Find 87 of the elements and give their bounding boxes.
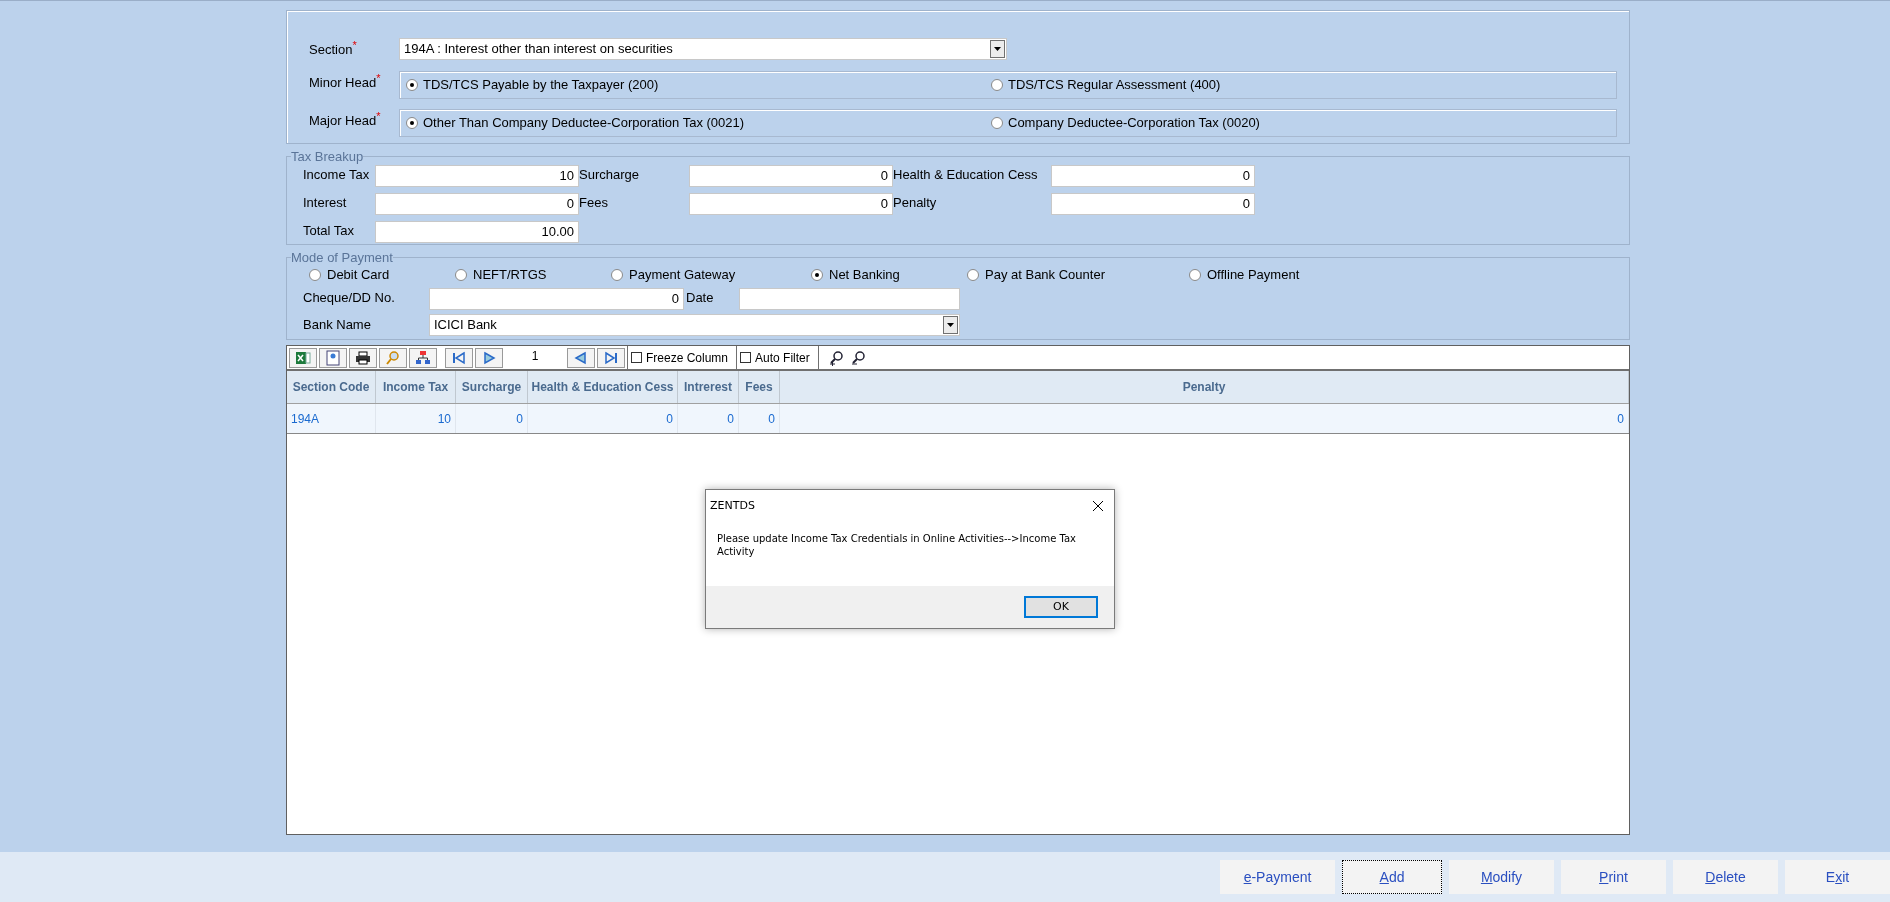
- action-button[interactable]: Add: [1342, 860, 1442, 894]
- radio-label: Net Banking: [829, 265, 900, 284]
- radio-button[interactable]: [991, 117, 1003, 129]
- field-label: Bank Name: [303, 315, 372, 334]
- excel-icon[interactable]: [289, 347, 317, 368]
- date-field[interactable]: [739, 287, 960, 310]
- radio-button[interactable]: [406, 79, 418, 91]
- section-dropdown[interactable]: 194A : Interest other than interest on securities: [399, 38, 1007, 60]
- previous-page-icon[interactable]: [567, 347, 595, 368]
- field-label: Total Tax: [303, 221, 356, 240]
- next-page-icon[interactable]: [475, 347, 503, 368]
- radio-label: Payment Gateway: [629, 265, 736, 284]
- close-icon[interactable]: [1092, 500, 1104, 512]
- table-cell: 194A: [287, 404, 376, 433]
- table-cell: 0: [739, 404, 780, 433]
- cheque-number-field[interactable]: 0: [429, 287, 684, 310]
- radio-button[interactable]: [406, 117, 418, 129]
- radio-button[interactable]: [611, 268, 623, 281]
- radio-label: Pay at Bank Counter: [985, 265, 1105, 284]
- amount-field[interactable]: 0: [689, 164, 893, 187]
- column-header[interactable]: Health & Education Cess: [528, 371, 678, 403]
- first-page-icon[interactable]: [445, 347, 473, 368]
- field-label: Health & Education Cess: [893, 165, 1039, 184]
- field-label: Fees: [579, 193, 609, 212]
- dropdown-caret-icon[interactable]: [943, 315, 958, 334]
- dialog-message: Please update Income Tax Credentials in Online Activities-->Income Tax Activity: [717, 532, 1077, 558]
- group-title: Mode of Payment: [291, 249, 393, 267]
- field-label: Minor Head*: [309, 75, 381, 90]
- radio-button[interactable]: [455, 268, 467, 281]
- table-cell: 0: [528, 404, 678, 433]
- radio-label: Debit Card: [327, 265, 390, 284]
- radio-button[interactable]: [1189, 268, 1201, 281]
- action-button[interactable]: Exit: [1785, 860, 1890, 894]
- amount-field[interactable]: 0: [375, 192, 579, 215]
- column-header[interactable]: Fees: [739, 371, 780, 403]
- column-header[interactable]: Section Code: [287, 371, 376, 403]
- radio-label: Offline Payment: [1207, 265, 1300, 284]
- table-cell: 10: [376, 404, 456, 433]
- checkbox-label: Auto Filter: [755, 349, 810, 367]
- bank-name-dropdown[interactable]: ICICI Bank: [429, 313, 960, 336]
- field-label: Cheque/DD No.: [303, 288, 396, 307]
- table-cell: 0: [780, 404, 1629, 433]
- radio-button[interactable]: [309, 268, 321, 281]
- document-icon[interactable]: [319, 347, 347, 368]
- print-icon[interactable]: [349, 347, 377, 368]
- table-cell: 0: [456, 404, 528, 433]
- hierarchy-icon[interactable]: [409, 347, 437, 368]
- field-label: Surcharge: [579, 165, 640, 184]
- action-button[interactable]: Delete: [1673, 860, 1778, 894]
- radio-button[interactable]: [991, 79, 1003, 91]
- group-title: Tax Breakup: [291, 148, 364, 166]
- last-page-icon[interactable]: [597, 347, 625, 368]
- radio-button[interactable]: [811, 268, 823, 281]
- amount-field[interactable]: 10.00: [375, 220, 579, 243]
- page-number: 1: [530, 347, 540, 365]
- amount-field[interactable]: 0: [689, 192, 893, 215]
- action-button[interactable]: e-Payment: [1220, 860, 1335, 894]
- zoom-in-icon[interactable]: [828, 349, 845, 366]
- dialog-title: ZENTDS: [710, 497, 755, 514]
- column-header[interactable]: Surcharge: [456, 371, 528, 403]
- checkbox[interactable]: [740, 352, 752, 363]
- field-label: Interest: [303, 193, 348, 212]
- radio-label: Other Than Company Deductee-Corporation Tax (0021): [423, 114, 745, 133]
- amount-field[interactable]: 0: [1051, 164, 1255, 187]
- column-header[interactable]: Intrerest: [678, 371, 739, 403]
- ok-button[interactable]: OK: [1024, 596, 1098, 618]
- table-cell: 0: [678, 404, 739, 433]
- checkbox-label: Freeze Column: [646, 349, 729, 367]
- radio-label: TDS/TCS Payable by the Taxpayer (200): [423, 76, 659, 95]
- column-header[interactable]: Penalty: [780, 371, 1629, 403]
- radio-label: TDS/TCS Regular Assessment (400): [1008, 76, 1221, 95]
- action-button[interactable]: Modify: [1449, 860, 1554, 894]
- dropdown-caret-icon[interactable]: [990, 40, 1005, 58]
- radio-label: NEFT/RTGS: [473, 265, 547, 284]
- radio-label: Company Deductee-Corporation Tax (0020): [1008, 114, 1260, 133]
- amount-field[interactable]: 0: [1051, 192, 1255, 215]
- field-label: Section*: [309, 42, 357, 57]
- zoom-out-icon[interactable]: [850, 349, 867, 366]
- field-label: Penalty: [893, 193, 938, 212]
- action-button[interactable]: Print: [1561, 860, 1666, 894]
- radio-button[interactable]: [967, 268, 979, 281]
- column-header[interactable]: Income Tax: [376, 371, 456, 403]
- checkbox[interactable]: [631, 352, 642, 363]
- field-label: Date: [685, 288, 715, 307]
- amount-field[interactable]: 10: [375, 164, 579, 187]
- field-label: Income Tax: [303, 165, 371, 184]
- field-label: Major Head*: [309, 113, 381, 128]
